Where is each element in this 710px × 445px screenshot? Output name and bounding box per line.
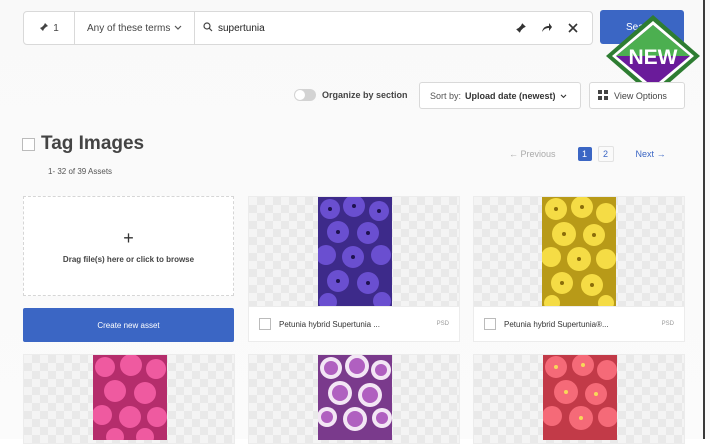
asset-thumbnail xyxy=(317,354,392,440)
asset-card[interactable]: Petunia hybrid Supertunia ... PSD xyxy=(248,195,460,342)
pagination: ← Previous 1 2 Next → xyxy=(509,146,666,162)
pinned-filter-button[interactable]: 1 xyxy=(24,12,75,44)
asset-thumbnail xyxy=(316,195,392,311)
organize-label: Organize by section xyxy=(322,90,408,100)
search-bar: 1 Any of these terms supertunia xyxy=(23,11,593,45)
asset-name: Petunia hybrid Supertunia ... xyxy=(279,319,380,329)
match-mode-value: Any of these terms xyxy=(87,22,171,34)
next-label: Next xyxy=(635,149,655,159)
dropzone-label: Drag file(s) here or click to browse xyxy=(62,254,195,264)
arrow-left-icon: ← xyxy=(509,149,518,159)
share-icon[interactable] xyxy=(540,21,554,35)
pin-search-icon[interactable] xyxy=(514,21,528,35)
asset-name: Petunia hybrid Supertunia®... xyxy=(504,319,609,329)
asset-checkbox[interactable] xyxy=(484,318,496,330)
chevron-down-icon xyxy=(174,23,182,34)
asset-card[interactable]: Petunia hybrid Supertunia®... PSD xyxy=(473,196,685,342)
search-query: supertunia xyxy=(218,22,265,34)
match-mode-select[interactable]: Any of these terms xyxy=(75,12,195,44)
asset-checkbox[interactable] xyxy=(259,318,271,330)
pin-count: 1 xyxy=(53,22,59,34)
select-all-checkbox[interactable] xyxy=(22,138,35,151)
next-page-button[interactable]: Next → xyxy=(636,149,666,159)
upload-dropzone[interactable]: + Drag file(s) here or click to browse xyxy=(23,196,234,296)
sort-value: Upload date (newest) xyxy=(465,90,556,101)
previous-label: Previous xyxy=(520,149,556,159)
new-badge-label: NEW xyxy=(629,46,678,69)
view-options-label: View Options xyxy=(614,90,667,101)
asset-card[interactable] xyxy=(248,354,460,444)
page-button-1[interactable]: 1 xyxy=(577,147,592,161)
pin-icon xyxy=(39,22,49,35)
asset-card[interactable] xyxy=(473,354,685,444)
search-input[interactable]: supertunia xyxy=(195,12,514,44)
asset-file-type: PSD xyxy=(661,321,674,327)
asset-card-footer: Petunia hybrid Supertunia®... PSD xyxy=(474,306,684,341)
create-asset-button[interactable]: Create new asset xyxy=(23,308,234,342)
asset-thumbnail xyxy=(542,354,618,440)
asset-card-footer: Petunia hybrid Supertunia ... PSD xyxy=(249,306,459,341)
sort-prefix: Sort by: xyxy=(430,90,462,101)
page-title: Tag Images xyxy=(41,133,145,154)
asset-file-type: PSD xyxy=(436,321,449,327)
view-options-button[interactable]: View Options xyxy=(589,82,685,109)
organize-toggle[interactable] xyxy=(294,89,316,101)
page-button-2[interactable]: 2 xyxy=(597,146,614,162)
plus-icon: + xyxy=(123,227,134,248)
asset-card[interactable] xyxy=(23,354,235,445)
clear-search-icon[interactable] xyxy=(566,21,580,35)
chevron-down-icon xyxy=(560,91,567,101)
arrow-right-icon: → xyxy=(656,149,666,159)
sort-select[interactable]: Sort by: Upload date (newest) xyxy=(419,82,581,109)
previous-page-button[interactable]: ← Previous xyxy=(509,149,556,159)
grid-icon xyxy=(598,89,608,102)
asset-thumbnail xyxy=(541,196,616,311)
asset-thumbnail xyxy=(92,354,167,445)
asset-count: 1- 32 of 39 Assets xyxy=(48,167,113,176)
edge-divider xyxy=(703,0,705,439)
search-icon xyxy=(203,21,213,35)
